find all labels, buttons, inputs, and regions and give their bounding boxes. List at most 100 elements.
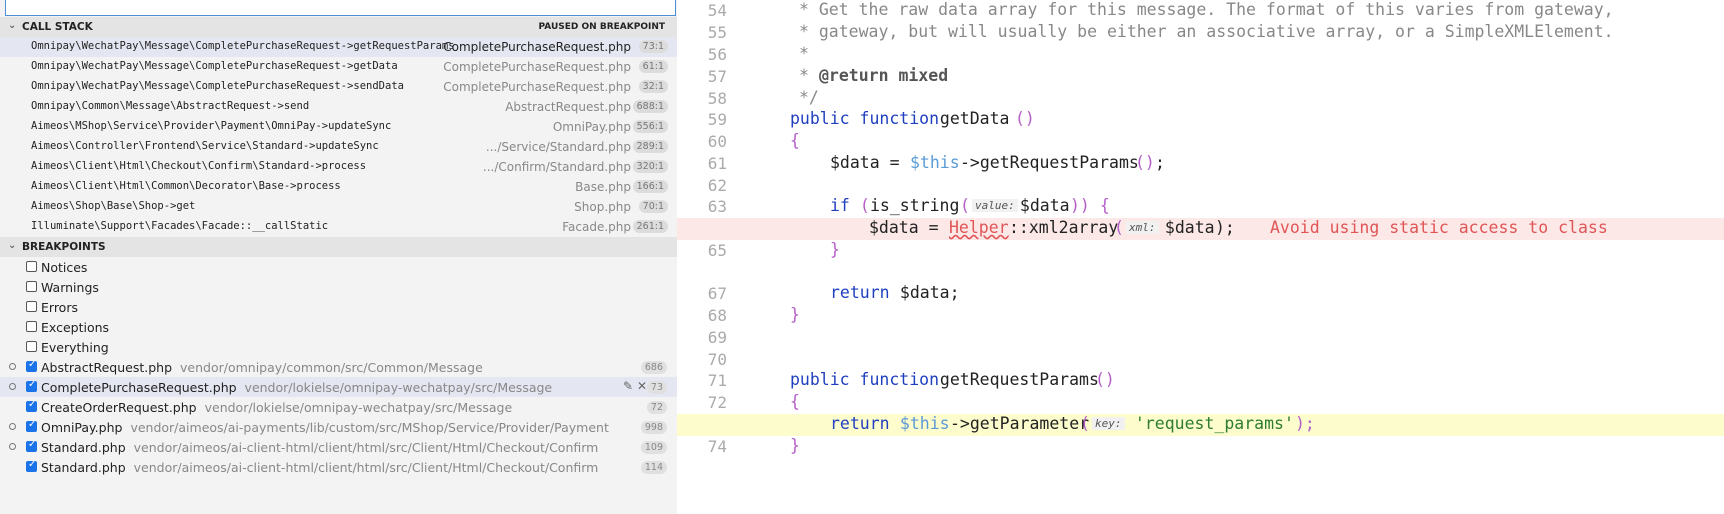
chevron-down-icon: ⌄ — [8, 20, 17, 31]
frame-file: OmniPay.php — [552, 120, 631, 134]
stack-frame[interactable]: Aimeos\Client\Html\Common\Decorator\Base… — [0, 177, 677, 197]
edit-pencil-icon[interactable]: ✎ — [623, 379, 633, 393]
stack-frame[interactable]: Illuminate\Support\Facades\Facade::__cal… — [0, 217, 677, 237]
checkbox[interactable] — [26, 379, 37, 392]
code-line[interactable]: { — [677, 392, 1724, 414]
file-breakpoint[interactable]: CreateOrderRequest.php vendor/lokielse/om… — [0, 397, 677, 417]
call-stack-header[interactable]: ⌄ CALL STACK PAUSED ON BREAKPOINT — [0, 17, 677, 37]
frame-line: 289:1 — [632, 140, 668, 153]
file-breakpoint[interactable]: CompletePurchaseRequest.php vendor/lokiel… — [0, 377, 677, 397]
frame-function: Aimeos\Shop\Base\Shop->get — [31, 200, 196, 212]
stack-frame[interactable]: Omnipay\WechatPay\Message\CompletePurcha… — [0, 77, 677, 97]
breakpoint-file: Standard.php — [41, 440, 126, 455]
inline-error-message: Avoid using static access to class — [1270, 218, 1608, 237]
code-line[interactable]: public function getData() — [677, 109, 1724, 131]
checkbox[interactable] — [26, 301, 37, 312]
stack-frame[interactable]: Aimeos\Shop\Base\Shop->get Shop.php 70:1 — [0, 197, 677, 217]
exception-breakpoint[interactable]: Everything — [0, 337, 677, 357]
code-line[interactable]: * @return mixed — [677, 66, 1724, 88]
breakpoint-path: vendor/aimeos/ai-client-html/client/html… — [133, 440, 599, 455]
checkbox[interactable] — [26, 321, 37, 332]
frame-function: Aimeos\Client\Html\Common\Decorator\Base… — [31, 180, 341, 192]
frame-function: Omnipay\WechatPay\Message\CompletePurcha… — [31, 80, 404, 92]
breakpoint-line: 72 — [646, 401, 667, 414]
remove-close-icon[interactable]: ✕ — [637, 379, 647, 393]
breakpoint-file: CompletePurchaseRequest.php — [41, 380, 237, 395]
exception-breakpoint[interactable]: Notices — [0, 257, 677, 277]
frame-line: 688:1 — [632, 100, 668, 113]
code-line[interactable]: } — [677, 240, 1724, 262]
line-number: 62 — [707, 176, 727, 195]
debug-sidebar: ⌄ CALL STACK PAUSED ON BREAKPOINT Omnipa… — [0, 0, 677, 514]
watch-input[interactable] — [5, 0, 676, 16]
frame-file: CompletePurchaseRequest.php — [443, 60, 631, 74]
exception-breakpoint[interactable]: Exceptions — [0, 317, 677, 337]
frame-line: 61:1 — [638, 60, 668, 73]
breakpoint-path: vendor/lokielse/omnipay-wechatpay/src/Me… — [204, 400, 513, 415]
frame-function: Aimeos\Client\Html\Checkout\Confirm\Stan… — [31, 160, 367, 172]
breakpoint-line: 686 — [640, 361, 667, 374]
code-line[interactable]: { — [677, 131, 1724, 153]
checkbox[interactable] — [26, 359, 37, 372]
frame-line: 556:1 — [632, 120, 668, 133]
breakpoint-path: vendor/aimeos/ai-payments/lib/custom/src… — [130, 420, 609, 435]
code-line[interactable]: * gateway, but will usually be either an… — [677, 22, 1724, 44]
checkbox[interactable] — [26, 439, 37, 452]
checkbox[interactable] — [26, 459, 37, 472]
frame-function: Illuminate\Support\Facades\Facade::__cal… — [31, 220, 329, 232]
frame-file: .../Confirm/Standard.php — [482, 160, 631, 174]
code-line[interactable]: if (is_string(value: $data)) { — [677, 196, 1724, 218]
breakpoints-header[interactable]: ⌄ BREAKPOINTS — [0, 237, 677, 257]
code-line[interactable]: return $data; — [677, 283, 1724, 305]
frame-file: .../Service/Standard.php — [485, 140, 631, 154]
stack-frame[interactable]: Aimeos\MShop\Service\Provider\Payment\Om… — [0, 117, 677, 137]
stack-frame[interactable]: Omnipay\Common\Message\AbstractRequest->… — [0, 97, 677, 117]
line-number: 69 — [707, 328, 727, 347]
checkbox[interactable] — [26, 261, 37, 272]
breakpoint-path: vendor/omnipay/common/src/Common/Message — [180, 360, 483, 375]
exception-label: Exceptions — [41, 320, 110, 335]
exception-breakpoint[interactable]: Warnings — [0, 277, 677, 297]
code-line[interactable]: * Get the raw data array for this messag… — [677, 0, 1724, 22]
frame-function: Omnipay\WechatPay\Message\CompletePurcha… — [31, 60, 398, 72]
breakpoints-title: BREAKPOINTS — [22, 241, 106, 253]
breakpoint-line: 114 — [640, 461, 667, 474]
frame-file: Facade.php — [562, 220, 631, 234]
code-line-error[interactable]: $data = Helper::xml2array(xml: $data); Av… — [677, 218, 1724, 240]
stack-frame[interactable]: Aimeos\Controller\Frontend\Service\Stand… — [0, 137, 677, 157]
chevron-down-icon: ⌄ — [8, 240, 17, 251]
breakpoint-dot-icon — [9, 383, 16, 390]
frame-function: Omnipay\Common\Message\AbstractRequest->… — [31, 100, 310, 112]
code-line-current[interactable]: return $this ->getParameter(key: 'request… — [677, 414, 1724, 436]
code-line[interactable]: $data = $this ->getRequestParams(); — [677, 153, 1724, 175]
exception-label: Everything — [41, 340, 109, 355]
exception-label: Warnings — [41, 280, 99, 295]
checkbox[interactable] — [26, 281, 37, 292]
checkbox[interactable] — [26, 341, 37, 352]
breakpoint-line: 109 — [640, 441, 667, 454]
checkbox[interactable] — [26, 399, 37, 412]
code-line[interactable]: public function getRequestParams() — [677, 370, 1724, 392]
exception-breakpoint[interactable]: Errors — [0, 297, 677, 317]
code-line[interactable]: } — [677, 436, 1724, 458]
stack-frame[interactable]: Omnipay\WechatPay\Message\CompletePurcha… — [0, 37, 677, 57]
code-editor[interactable]: 54 55 56 57 58 59 60 61 62 63 64 65 67 6… — [677, 0, 1724, 514]
file-breakpoint[interactable]: Standard.php vendor/aimeos/ai-client-html… — [0, 457, 677, 477]
frame-file: CompletePurchaseRequest.php — [443, 80, 631, 94]
breakpoint-line: 998 — [640, 421, 667, 434]
code-line[interactable]: */ — [677, 88, 1724, 110]
code-line[interactable]: * — [677, 44, 1724, 66]
file-breakpoint[interactable]: AbstractRequest.php vendor/omnipay/common… — [0, 357, 677, 377]
stack-frame[interactable]: Aimeos\Client\Html\Checkout\Confirm\Stan… — [0, 157, 677, 177]
stack-frame[interactable]: Omnipay\WechatPay\Message\CompletePurcha… — [0, 57, 677, 77]
call-stack-title: CALL STACK — [22, 21, 93, 33]
exception-label: Notices — [41, 260, 88, 275]
frame-line: 73:1 — [638, 40, 668, 53]
code-line[interactable]: } — [677, 305, 1724, 327]
breakpoint-file: Standard.php — [41, 460, 126, 475]
file-breakpoint[interactable]: Standard.php vendor/aimeos/ai-client-html… — [0, 437, 677, 457]
checkbox[interactable] — [26, 419, 37, 432]
paused-status: PAUSED ON BREAKPOINT — [538, 22, 665, 32]
file-breakpoint[interactable]: OmniPay.php vendor/aimeos/ai-payments/lib… — [0, 417, 677, 437]
line-number: 70 — [707, 350, 727, 369]
